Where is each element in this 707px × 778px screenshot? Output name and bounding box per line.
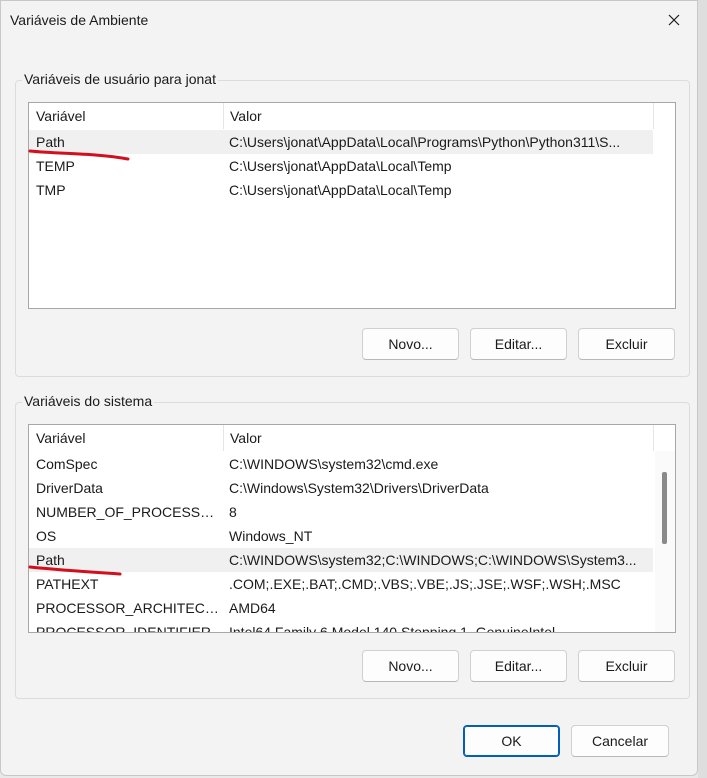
variable-value: 8: [229, 504, 237, 520]
list-header: Variável Valor: [29, 103, 675, 129]
variable-name: TEMP: [36, 158, 75, 174]
table-row[interactable]: Path C:\WINDOWS\system32;C:\WINDOWS;C:\W…: [29, 548, 653, 572]
system-new-button[interactable]: Novo...: [362, 650, 459, 682]
table-row[interactable]: NUMBER_OF_PROCESSORS 8: [29, 500, 653, 524]
table-row[interactable]: Path C:\Users\jonat\AppData\Local\Progra…: [29, 130, 653, 154]
variable-name: Path: [36, 134, 65, 150]
variable-name: DriverData: [36, 480, 103, 496]
system-variables-list[interactable]: Variável Valor ComSpec C:\WINDOWS\system…: [28, 424, 676, 633]
variable-name: NUMBER_OF_PROCESSORS: [36, 504, 220, 520]
table-row[interactable]: PATHEXT .COM;.EXE;.BAT;.CMD;.VBS;.VBE;.J…: [29, 572, 653, 596]
variable-value: C:\Users\jonat\AppData\Local\Temp: [229, 182, 452, 198]
user-variables-label: Variáveis de usuário para jonat: [22, 71, 218, 87]
column-divider[interactable]: [653, 425, 654, 451]
variable-name: ComSpec: [36, 456, 98, 472]
variable-name: OS: [36, 528, 57, 544]
table-row[interactable]: DriverData C:\Windows\System32\Drivers\D…: [29, 476, 653, 500]
variable-name: TMP: [36, 182, 66, 198]
variable-value: Intel64 Family 6 Model 140 Stepping 1, G…: [229, 624, 556, 633]
table-row[interactable]: TEMP C:\Users\jonat\AppData\Local\Temp: [29, 154, 653, 178]
variable-value: AMD64: [229, 600, 276, 616]
system-variables-label: Variáveis do sistema: [22, 393, 155, 409]
variable-name: PROCESSOR_IDENTIFIER: [36, 624, 212, 633]
variable-value: C:\Users\jonat\AppData\Local\Temp: [229, 158, 452, 174]
variable-value: C:\Users\jonat\AppData\Local\Programs\Py…: [229, 134, 621, 150]
table-row[interactable]: PROCESSOR_ARCHITECTU... AMD64: [29, 596, 653, 620]
cancel-button[interactable]: Cancelar: [571, 725, 669, 757]
scrollbar-thumb[interactable]: [662, 472, 667, 544]
window-title: Variáveis de Ambiente: [10, 12, 149, 28]
column-divider[interactable]: [653, 103, 654, 129]
table-row[interactable]: TMP C:\Users\jonat\AppData\Local\Temp: [29, 178, 653, 202]
system-delete-button[interactable]: Excluir: [578, 650, 675, 682]
user-delete-button[interactable]: Excluir: [578, 328, 675, 360]
environment-variables-dialog: Variáveis de Ambiente Variáveis de usuár…: [0, 0, 698, 776]
title-bar[interactable]: Variáveis de Ambiente: [1, 1, 697, 41]
close-button[interactable]: [651, 1, 697, 39]
variable-value: Windows_NT: [229, 528, 313, 544]
user-edit-button[interactable]: Editar...: [470, 328, 567, 360]
variable-name: Path: [36, 552, 65, 568]
close-icon: [668, 14, 680, 26]
table-row[interactable]: PROCESSOR_IDENTIFIER Intel64 Family 6 Mo…: [29, 620, 653, 633]
column-header-variable[interactable]: Variável: [29, 103, 223, 129]
user-new-button[interactable]: Novo...: [362, 328, 459, 360]
variable-value: C:\WINDOWS\system32;C:\WINDOWS;C:\WINDOW…: [229, 552, 637, 568]
system-variables-group: Variáveis do sistema Variável Valor ComS…: [15, 393, 690, 699]
variable-name: PROCESSOR_ARCHITECTU...: [36, 600, 220, 616]
column-header-variable[interactable]: Variável: [29, 425, 223, 451]
variable-value: C:\Windows\System32\Drivers\DriverData: [229, 480, 489, 496]
background-window-edge: [698, 0, 707, 778]
variable-value: C:\WINDOWS\system32\cmd.exe: [229, 456, 439, 472]
variable-name: PATHEXT: [36, 576, 99, 592]
ok-button[interactable]: OK: [463, 725, 560, 757]
user-variables-group: Variáveis de usuário para jonat Variável…: [15, 71, 690, 377]
variable-value: .COM;.EXE;.BAT;.CMD;.VBS;.VBE;.JS;.JSE;.…: [229, 576, 621, 592]
table-row[interactable]: ComSpec C:\WINDOWS\system32\cmd.exe: [29, 452, 653, 476]
user-variables-list[interactable]: Variável Valor Path C:\Users\jonat\AppDa…: [28, 102, 676, 309]
vertical-scrollbar[interactable]: [655, 451, 675, 632]
system-edit-button[interactable]: Editar...: [470, 650, 567, 682]
list-header: Variável Valor: [29, 425, 675, 451]
column-header-value[interactable]: Valor: [223, 425, 653, 451]
table-row[interactable]: OS Windows_NT: [29, 524, 653, 548]
column-header-value[interactable]: Valor: [223, 103, 653, 129]
